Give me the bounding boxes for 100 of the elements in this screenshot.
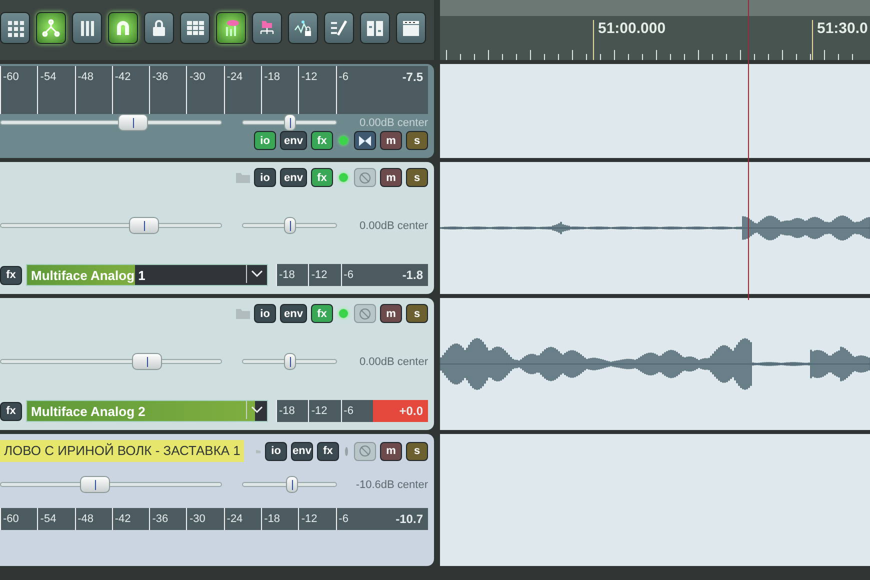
toolbar-button[interactable] [396,12,426,44]
solo-button[interactable]: s [406,168,428,187]
volume-slider[interactable] [0,114,222,131]
mute-button[interactable]: m [380,131,402,150]
meter-tick-label: -48 [74,66,112,114]
peak-reading: +0.0 [373,400,428,422]
track-button[interactable]: env [280,131,307,150]
slider-thumb[interactable] [284,114,296,131]
meter-tick-label: -12 [308,400,341,422]
track-name-field[interactable]: ЛОВО С ИРИНОЙ ВОЛК - ЗАСТАВКА 1 [0,440,244,462]
toolbar-button[interactable] [0,12,30,44]
track-button[interactable]: env [280,304,307,323]
slider-thumb[interactable] [129,217,160,234]
meter-tick-label: -48 [74,508,112,530]
volume-pan-readout: 0.00dB center [360,220,428,232]
volume-slider[interactable] [0,217,222,234]
time-label: 51:30.0 [812,20,868,60]
clapperboard-icon [401,18,421,38]
toolbar-button[interactable] [144,12,174,44]
meter-tick-label: -24 [224,508,262,530]
fx-button[interactable]: fx [0,402,22,420]
toolbar-button[interactable] [180,12,210,44]
track-button[interactable]: env [280,168,307,187]
bowtie-icon [358,134,372,146]
slider-thumb[interactable] [132,353,162,370]
solo-button[interactable]: s [406,304,428,323]
record-arm-dot[interactable] [339,173,348,182]
meter-tick-label: -6 [340,264,373,286]
fx-button[interactable]: fx [0,266,22,284]
pan-slider[interactable] [242,114,337,131]
toolbar-button[interactable] [324,12,354,44]
peak-reading: -7.5 [401,69,424,86]
meter-tick-label: -42 [112,508,150,530]
toolbar-button[interactable] [216,12,246,44]
track-button[interactable]: io [254,304,276,323]
brush-list-icon [329,18,349,38]
peak-reading: -1.8 [401,267,424,284]
node-tree-icon [41,18,61,38]
circle-slash-icon [358,444,372,458]
meter-tick-label: -18 [261,66,298,114]
slider-thumb[interactable] [284,353,296,370]
meter-tick-label: -18 [276,264,308,286]
dots-grid-icon [5,18,25,38]
volume-pan-readout: 0.00dB center [360,356,428,368]
slider-thumb[interactable] [118,114,148,131]
slider-thumb[interactable] [286,476,298,494]
meter-tick-label: -6 [336,508,373,530]
track-button[interactable]: io [265,442,288,460]
meter-tick-label: -30 [186,66,224,114]
mixer-icon [365,18,385,38]
volume-pan-readout: 0.00dB center [360,116,428,128]
meter-tick-label: -24 [224,66,262,114]
phase-button[interactable] [354,304,376,323]
toolbar-button[interactable] [108,12,138,44]
meter-tick-label: -60 [0,66,38,114]
track-button[interactable]: fx [317,442,340,460]
track-button[interactable]: io [254,168,276,187]
toolbar-button[interactable] [36,12,66,44]
meter-tick-label: -6 [336,66,373,114]
volume-slider[interactable] [0,476,222,494]
toolbar-button[interactable] [72,12,102,44]
phase-button[interactable] [354,442,376,460]
pan-slider[interactable] [242,217,337,234]
meter-tick-label: -12 [298,66,336,114]
toolbar-button[interactable] [252,12,282,44]
meter-tick-label: -54 [37,66,75,114]
slider-thumb[interactable] [80,476,110,494]
meter-tick-label: -12 [308,264,341,286]
time-label: 51:00.000 [593,20,666,60]
meter-tick-label: -12 [298,508,336,530]
envelope-lock-icon [293,18,313,38]
mute-button[interactable]: m [380,168,402,187]
toolbar-button[interactable] [288,12,318,44]
track-button[interactable]: env [291,442,314,460]
solo-button[interactable]: s [406,442,428,460]
meter-tick-label: -18 [261,508,298,530]
folder-icon [236,308,250,319]
mute-button[interactable]: m [380,304,402,323]
table-icon [185,18,205,38]
toolbar-button[interactable] [360,12,390,44]
pan-slider[interactable] [242,476,337,494]
phase-button[interactable] [354,168,376,187]
route-button[interactable] [354,131,376,150]
record-arm-dot[interactable] [345,446,348,456]
slider-thumb[interactable] [284,217,296,234]
meter-tick-label: -36 [149,508,186,530]
meter-tick-label: -36 [149,66,186,114]
record-arm-dot[interactable] [339,309,348,318]
volume-pan-readout: -10.6dB center [356,478,428,491]
folder-icon [236,172,250,183]
circle-slash-icon [358,306,372,320]
pan-slider[interactable] [242,353,337,370]
meter-tick-label: -30 [186,508,224,530]
solo-button[interactable]: s [406,131,428,150]
mute-button[interactable]: m [380,442,402,460]
meter-tick-label: -60 [0,508,38,530]
record-arm-dot[interactable] [339,136,348,145]
volume-slider[interactable] [0,353,222,370]
meter-tick-label: -54 [37,508,75,530]
meter-tick-label: -18 [276,400,308,422]
